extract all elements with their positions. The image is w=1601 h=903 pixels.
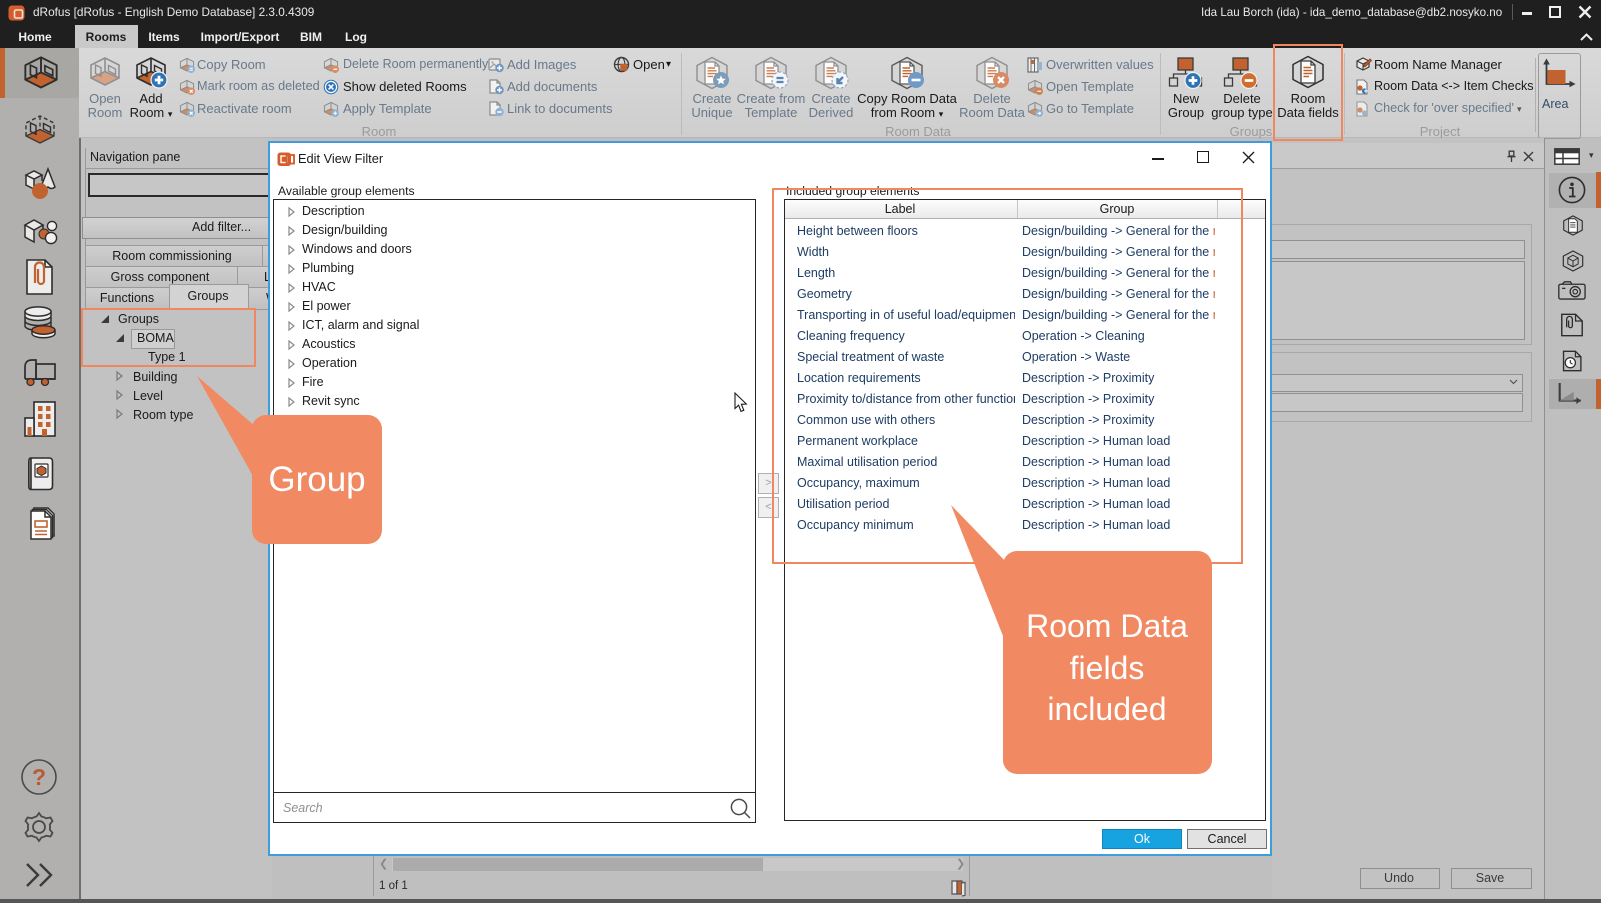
- svg-text:?: ?: [32, 764, 46, 790]
